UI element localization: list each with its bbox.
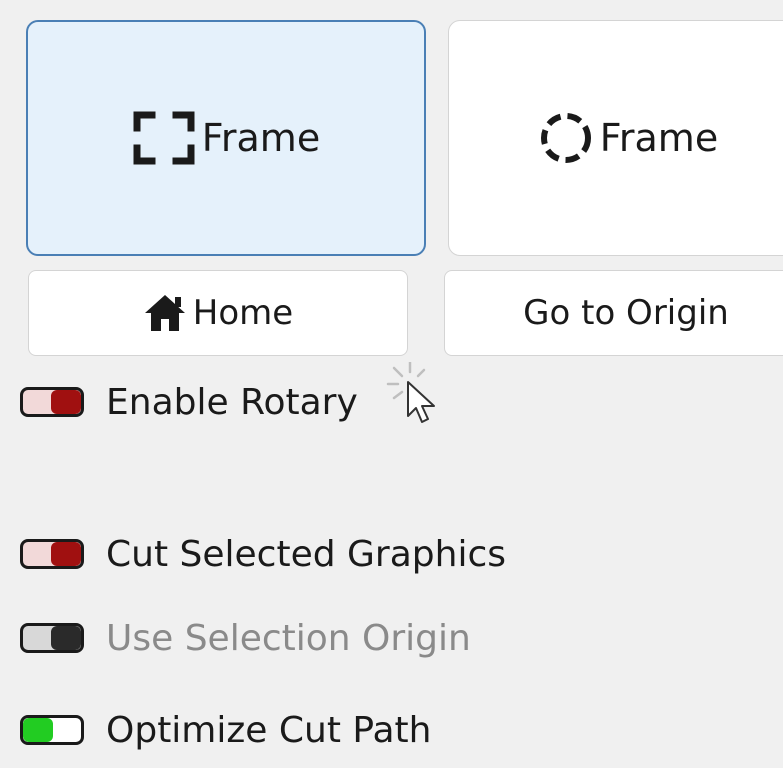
enable-rotary-toggle[interactable]: Enable Rotary <box>20 378 358 426</box>
use-selection-origin-toggle[interactable]: Use Selection Origin <box>20 614 471 662</box>
click-cursor-icon <box>382 360 452 436</box>
cut-selected-graphics-switch[interactable] <box>20 539 84 569</box>
enable-rotary-switch[interactable] <box>20 387 84 417</box>
optimize-cut-path-switch[interactable] <box>20 715 84 745</box>
frame-rectangle-button[interactable]: Frame <box>26 20 426 256</box>
use-selection-origin-switch[interactable] <box>20 623 84 653</box>
switch-knob <box>51 542 81 566</box>
dashed-circle-icon <box>538 110 594 166</box>
frame-circle-label: Frame <box>599 116 719 160</box>
cut-selected-graphics-label: Cut Selected Graphics <box>106 533 506 575</box>
dashed-square-icon <box>132 110 196 166</box>
go-to-origin-button[interactable]: Go to Origin <box>444 270 783 356</box>
go-to-origin-label: Go to Origin <box>523 293 729 333</box>
house-icon <box>143 293 187 333</box>
home-label: Home <box>192 293 294 333</box>
home-button[interactable]: Home <box>28 270 408 356</box>
switch-knob <box>51 390 81 414</box>
switch-knob <box>51 626 81 650</box>
optimize-cut-path-label: Optimize Cut Path <box>106 709 432 751</box>
frame-rectangle-label: Frame <box>201 116 321 160</box>
optimize-cut-path-toggle[interactable]: Optimize Cut Path <box>20 706 431 754</box>
use-selection-origin-label: Use Selection Origin <box>106 617 471 659</box>
laser-control-panel: Frame Frame Home Go to Origin Enable Rot… <box>0 0 783 768</box>
frame-circle-button[interactable]: Frame <box>448 20 783 256</box>
cut-selected-graphics-toggle[interactable]: Cut Selected Graphics <box>20 530 506 578</box>
switch-knob <box>23 718 53 742</box>
enable-rotary-label: Enable Rotary <box>106 381 358 423</box>
